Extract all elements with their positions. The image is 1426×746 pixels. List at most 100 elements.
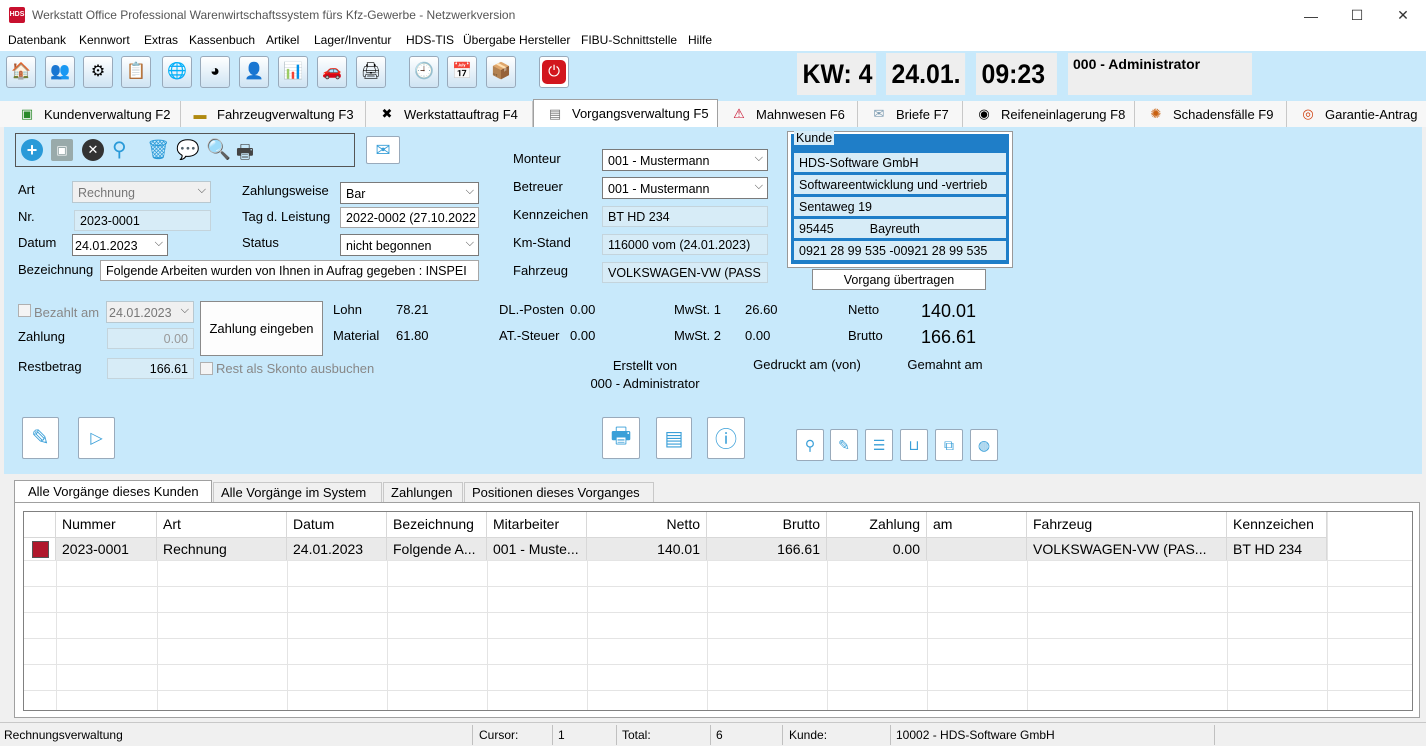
users-icon[interactable]: 👥 bbox=[45, 56, 75, 88]
menu-lager[interactable]: Lager/Inventur bbox=[314, 33, 391, 47]
col-art[interactable]: Art bbox=[157, 512, 287, 538]
gridtab-kunden[interactable]: Alle Vorgänge dieses Kunden bbox=[14, 480, 212, 502]
tab-vorgangsverwaltung[interactable]: ▤ Vorgangsverwaltung F5 bbox=[533, 99, 718, 127]
email-icon[interactable]: ✉ bbox=[366, 136, 400, 164]
kmstand-field[interactable]: 116000 vom (24.01.2023) bbox=[602, 234, 768, 255]
doc-copy-icon[interactable]: ⧉ bbox=[935, 429, 963, 461]
comment-icon[interactable]: 💬 bbox=[176, 138, 200, 162]
col-nummer[interactable]: Nummer bbox=[56, 512, 157, 538]
menu-artikel[interactable]: Artikel bbox=[266, 33, 299, 47]
tab-werkstattauftrag[interactable]: ✖ Werkstattauftrag F4 bbox=[366, 101, 533, 127]
col-zahlung[interactable]: Zahlung bbox=[827, 512, 927, 538]
menu-hilfe[interactable]: Hilfe bbox=[688, 33, 712, 47]
cell-art[interactable]: Rechnung bbox=[157, 538, 287, 560]
tab-reifeneinlagerung[interactable]: ◉ Reifeneinlagerung F8 bbox=[963, 101, 1135, 127]
save-icon[interactable]: ▣ bbox=[51, 139, 73, 161]
betreuer-select[interactable]: 001 - Mustermann ⌵ bbox=[602, 177, 768, 199]
edit-icon[interactable]: ✎ bbox=[22, 417, 59, 459]
doc-list-icon[interactable]: ☰ bbox=[865, 429, 893, 461]
doc-settings-icon[interactable]: ◍ bbox=[970, 429, 998, 461]
menu-kennwort[interactable]: Kennwort bbox=[79, 33, 130, 47]
col-brutto[interactable]: Brutto bbox=[707, 512, 827, 538]
scanner-icon[interactable]: 🖨 bbox=[356, 56, 386, 88]
zahlungsweise-select[interactable]: Bar ⌵ bbox=[340, 182, 479, 204]
nr-field[interactable]: 2023-0001 bbox=[74, 210, 211, 231]
col-datum[interactable]: Datum bbox=[287, 512, 387, 538]
menu-datenbank[interactable]: Datenbank bbox=[8, 33, 66, 47]
bar-chart-icon[interactable]: 📊 bbox=[278, 56, 308, 88]
monteur-select[interactable]: 001 - Mustermann ⌵ bbox=[602, 149, 768, 171]
document-icon[interactable]: ▤ bbox=[656, 417, 692, 459]
doc-edit-icon[interactable]: ✎ bbox=[830, 429, 858, 461]
menu-kassenbuch[interactable]: Kassenbuch bbox=[189, 33, 255, 47]
tab-schadensfaelle[interactable]: ✺ Schadensfälle F9 bbox=[1135, 101, 1287, 127]
clock-icon[interactable]: 🕘 bbox=[409, 56, 439, 88]
close-button[interactable]: ✕ bbox=[1380, 0, 1426, 31]
maximize-button[interactable]: ☐ bbox=[1334, 0, 1380, 31]
trash-icon[interactable]: 🗑 bbox=[146, 138, 170, 162]
datum-picker[interactable]: 24.01.2023 ⌵ bbox=[72, 234, 168, 256]
col-mitarbeiter[interactable]: Mitarbeiter bbox=[487, 512, 587, 538]
search-icon[interactable]: ⚲ bbox=[112, 137, 127, 162]
cell-zahlung[interactable]: 0.00 bbox=[827, 538, 927, 560]
play-document-icon[interactable]: ▷ bbox=[78, 417, 115, 459]
skonto-checkbox[interactable] bbox=[200, 362, 213, 375]
cell-brutto[interactable]: 166.61 bbox=[707, 538, 827, 560]
package-icon[interactable]: 📦 bbox=[486, 56, 516, 88]
menu-hds-tis[interactable]: HDS-TIS bbox=[406, 33, 454, 47]
menu-uebergabe[interactable]: Übergabe Hersteller bbox=[463, 33, 570, 47]
notes-icon[interactable]: 📋 bbox=[121, 56, 151, 88]
tab-briefe[interactable]: ✉ Briefe F7 bbox=[858, 101, 963, 127]
cell-mitarbeiter[interactable]: 001 - Muste... bbox=[487, 538, 587, 560]
gear-icon[interactable]: ⚙ bbox=[83, 56, 113, 88]
person-icon[interactable]: 👤 bbox=[239, 56, 269, 88]
kennzeichen-field[interactable]: BT HD 234 bbox=[602, 206, 768, 227]
doc-tray-icon[interactable]: ⊔ bbox=[900, 429, 928, 461]
col-kennzeichen[interactable]: Kennzeichen bbox=[1227, 512, 1327, 538]
gridtab-zahlungen[interactable]: Zahlungen bbox=[383, 482, 463, 502]
col-fahrzeug[interactable]: Fahrzeug bbox=[1027, 512, 1227, 538]
cell-datum[interactable]: 24.01.2023 bbox=[287, 538, 387, 560]
printer-icon[interactable]: 🖶 bbox=[602, 417, 640, 459]
globe-icon[interactable]: 🌐 bbox=[162, 56, 192, 88]
tab-garantie-antrag[interactable]: ◎ Garantie-Antrag bbox=[1287, 101, 1426, 127]
tab-mahnwesen[interactable]: ⚠ Mahnwesen F6 bbox=[718, 101, 858, 127]
menu-fibu[interactable]: FIBU-Schnittstelle bbox=[581, 33, 677, 47]
cell-kennzeichen[interactable]: BT HD 234 bbox=[1227, 538, 1327, 560]
cell-am[interactable] bbox=[927, 538, 1027, 560]
fahrzeug-field[interactable]: VOLKSWAGEN-VW (PASS bbox=[602, 262, 768, 283]
leistung-field[interactable]: 2022-0002 (27.10.2022 bbox=[340, 207, 479, 228]
zahlung-field[interactable]: 0.00 bbox=[107, 328, 194, 349]
doc-search-icon[interactable]: ⚲ bbox=[796, 429, 824, 461]
cell-nummer[interactable]: 2023-0001 bbox=[56, 538, 157, 560]
col-bezeichnung[interactable]: Bezeichnung bbox=[387, 512, 487, 538]
status-select[interactable]: nicht begonnen ⌵ bbox=[340, 234, 479, 256]
menu-extras[interactable]: Extras bbox=[144, 33, 178, 47]
gridtab-positionen[interactable]: Positionen dieses Vorganges bbox=[464, 482, 654, 502]
zahlung-eingeben-button[interactable]: Zahlung eingeben bbox=[200, 301, 323, 356]
vorgang-uebertragen-button[interactable]: Vorgang übertragen bbox=[812, 269, 986, 290]
cancel-icon[interactable]: ✕ bbox=[82, 139, 104, 161]
print-icon[interactable]: 🖶 bbox=[236, 138, 254, 170]
power-icon[interactable]: ⏻ bbox=[539, 56, 569, 88]
bezahlt-date-picker[interactable]: 24.01.2023 ⌵ bbox=[106, 301, 194, 323]
gridtab-system[interactable]: Alle Vorgänge im System bbox=[213, 482, 382, 502]
tab-kundenverwaltung[interactable]: ▣ Kundenverwaltung F2 bbox=[0, 101, 181, 127]
art-select[interactable]: Rechnung ⌵ bbox=[72, 181, 211, 203]
row-marker-cell[interactable] bbox=[24, 538, 56, 560]
bezahlt-checkbox[interactable] bbox=[18, 304, 31, 317]
bezeichnung-field[interactable]: Folgende Arbeiten wurden von Ihnen in Au… bbox=[100, 260, 479, 281]
col-netto[interactable]: Netto bbox=[587, 512, 707, 538]
add-icon[interactable]: + bbox=[21, 139, 43, 161]
zoom-icon[interactable]: 🔍 bbox=[206, 137, 231, 162]
cell-bezeichnung[interactable]: Folgende A... bbox=[387, 538, 487, 560]
tab-fahrzeugverwaltung[interactable]: ▬ Fahrzeugverwaltung F3 bbox=[181, 101, 366, 127]
info-icon[interactable]: ⓘ bbox=[707, 417, 745, 459]
car-icon[interactable]: 🚗 bbox=[317, 56, 347, 88]
col-am[interactable]: am bbox=[927, 512, 1027, 538]
pie-chart-icon[interactable]: ◕ bbox=[200, 56, 230, 88]
cell-fahrzeug[interactable]: VOLKSWAGEN-VW (PAS... bbox=[1027, 538, 1227, 560]
cell-netto[interactable]: 140.01 bbox=[587, 538, 707, 560]
calendar-icon[interactable]: 📅 bbox=[447, 56, 477, 88]
home-icon[interactable]: 🏠 bbox=[6, 56, 36, 88]
